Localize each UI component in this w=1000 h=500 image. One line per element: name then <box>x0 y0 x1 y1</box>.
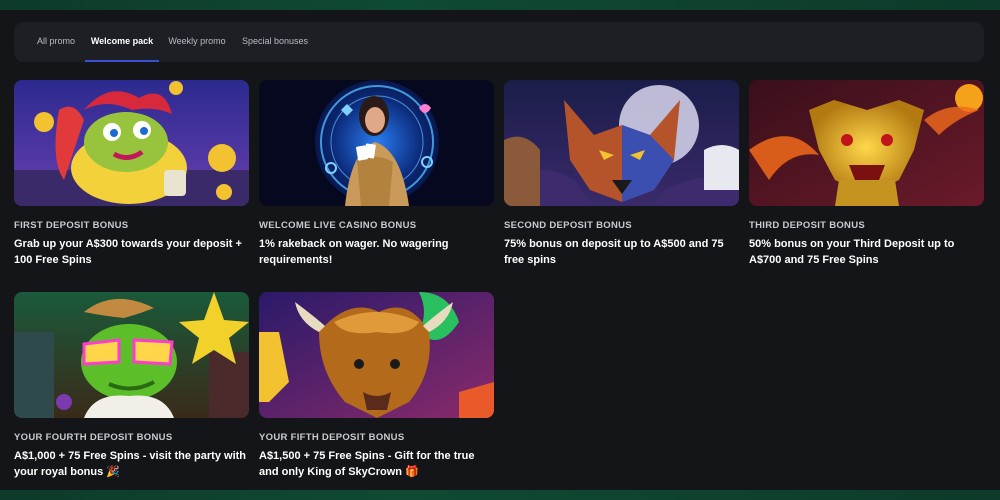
tab-welcome-pack[interactable]: Welcome pack <box>85 22 159 62</box>
tab-all-promo[interactable]: All promo <box>28 22 84 62</box>
tab-special-bonuses[interactable]: Special bonuses <box>238 22 312 62</box>
promo-description: A$1,000 + 75 Free Spins - visit the part… <box>14 450 247 478</box>
promo-category: SECOND DEPOSIT BONUS <box>504 220 632 231</box>
promo-description: A$1,500 + 75 Free Spins - Gift for the t… <box>259 450 475 478</box>
promo-card-first-deposit[interactable]: FIRST DEPOSIT BONUS Grab up your A$300 t… <box>14 80 249 268</box>
promo-tab-bar: All promo Welcome pack Weekly promo Spec… <box>14 22 984 62</box>
promo-category: YOUR FIFTH DEPOSIT BONUS <box>259 432 405 443</box>
promo-category: THIRD DEPOSIT BONUS <box>749 220 866 231</box>
live-dealer-illustration <box>259 80 494 206</box>
wolf-illustration <box>504 80 739 206</box>
promo-description: 50% bonus on your Third Deposit up to A$… <box>749 238 955 266</box>
elvis-frog-illustration <box>14 292 249 418</box>
promo-description: Grab up your A$300 towards your deposit … <box>14 238 242 266</box>
frog-coins-illustration <box>14 80 249 206</box>
promo-card-live-casino[interactable]: WELCOME LIVE CASINO BONUS 1% rakeback on… <box>259 80 494 268</box>
golden-dragon-illustration <box>749 80 984 206</box>
promo-card-fourth-deposit[interactable]: YOUR FOURTH DEPOSIT BONUS A$1,000 + 75 F… <box>14 292 249 480</box>
promo-description: 1% rakeback on wager. No wagering requir… <box>259 238 449 266</box>
buffalo-illustration <box>259 292 494 418</box>
promo-card-second-deposit[interactable]: SECOND DEPOSIT BONUS 75% bonus on deposi… <box>504 80 739 268</box>
promo-card-fifth-deposit[interactable]: YOUR FIFTH DEPOSIT BONUS A$1,500 + 75 Fr… <box>259 292 494 480</box>
top-decorative-strip <box>0 0 1000 10</box>
bottom-decorative-strip <box>0 490 1000 500</box>
promo-category: FIRST DEPOSIT BONUS <box>14 220 129 231</box>
promo-description: 75% bonus on deposit up to A$500 and 75 … <box>504 238 724 266</box>
tab-weekly-promo[interactable]: Weekly promo <box>164 22 230 62</box>
promo-card-third-deposit[interactable]: THIRD DEPOSIT BONUS 50% bonus on your Th… <box>749 80 984 268</box>
promo-category: YOUR FOURTH DEPOSIT BONUS <box>14 432 173 443</box>
promo-category: WELCOME LIVE CASINO BONUS <box>259 220 417 231</box>
